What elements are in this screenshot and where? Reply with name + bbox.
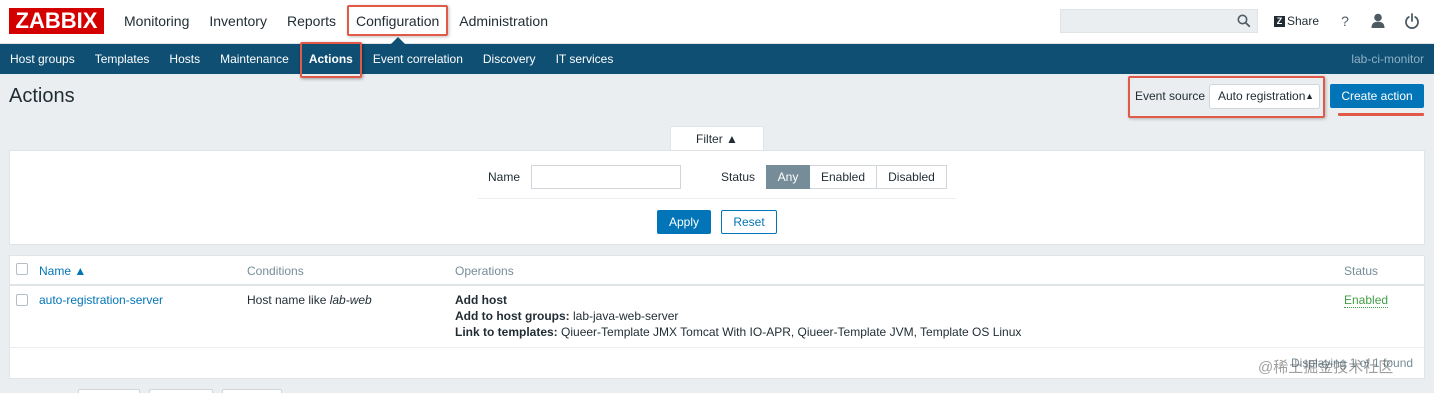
menu-administration[interactable]: Administration xyxy=(449,0,558,44)
column-status-header: Status xyxy=(1344,264,1379,278)
create-action-button[interactable]: Create action xyxy=(1330,84,1424,108)
action-condition: Host name like lab-web xyxy=(247,293,372,307)
search-icon[interactable] xyxy=(1237,14,1251,28)
condition-value: lab-web xyxy=(329,293,372,307)
op-templates-value: Qiueer-Template JMX Tomcat With IO-APR, … xyxy=(557,325,1022,339)
power-icon[interactable] xyxy=(1404,12,1420,30)
row-checkbox[interactable] xyxy=(16,294,28,306)
mass-action-button[interactable] xyxy=(222,389,282,393)
search-input[interactable] xyxy=(1060,9,1258,33)
mass-action-button[interactable] xyxy=(149,389,213,393)
share-link[interactable]: Z Share xyxy=(1274,13,1319,29)
filter-name-input[interactable] xyxy=(531,165,681,189)
filter-name-label: Name xyxy=(488,170,521,184)
apply-button[interactable]: Apply xyxy=(657,210,711,234)
select-all-checkbox[interactable] xyxy=(16,263,28,275)
highlight-underline xyxy=(1338,113,1424,116)
server-name: lab-ci-monitor xyxy=(1351,52,1424,66)
status-any-option[interactable]: Any xyxy=(766,165,810,189)
event-source-control: Event source Auto registration ▲ xyxy=(1128,76,1325,118)
user-icon[interactable] xyxy=(1370,12,1386,30)
menu-monitoring[interactable]: Monitoring xyxy=(114,0,199,44)
filter-tab[interactable]: Filter ▲ xyxy=(670,126,764,151)
mass-action-button[interactable] xyxy=(78,389,140,393)
menu-reports[interactable]: Reports xyxy=(277,0,346,44)
op-groups-value: lab-java-web-server xyxy=(569,309,679,323)
reset-button[interactable]: Reset xyxy=(721,210,777,234)
submenu-actions[interactable]: Actions xyxy=(299,42,363,78)
watermark: @稀土掘金技术社区 xyxy=(1258,359,1394,376)
page-title: Actions xyxy=(9,85,75,107)
filter-status-label: Status xyxy=(721,170,756,184)
submenu-templates[interactable]: Templates xyxy=(85,44,160,74)
status-enabled-toggle[interactable]: Enabled xyxy=(1344,294,1389,308)
zabbix-logo[interactable]: ZABBIX xyxy=(9,8,104,34)
column-conditions-header: Conditions xyxy=(247,264,304,278)
top-bar: ZABBIX Monitoring Inventory Reports Conf… xyxy=(0,0,1434,44)
table-header: Name ▲ Conditions Operations Status xyxy=(10,256,1424,286)
submenu-hosts[interactable]: Hosts xyxy=(159,44,210,74)
selected-caret xyxy=(390,37,405,44)
operation-title: Add host xyxy=(455,293,507,307)
submenu-discovery[interactable]: Discovery xyxy=(473,44,546,74)
highlight-box xyxy=(299,42,362,78)
filter-status-segmented: Any Enabled Disabled xyxy=(766,165,947,189)
submenu-host-groups[interactable]: Host groups xyxy=(0,44,85,74)
op-groups-label: Add to host groups: xyxy=(455,309,570,323)
action-name-link[interactable]: auto-registration-server xyxy=(39,293,163,307)
filter-divider xyxy=(478,198,956,199)
menu-inventory[interactable]: Inventory xyxy=(199,0,277,44)
column-operations-header: Operations xyxy=(455,264,514,278)
condition-prefix: Host name like xyxy=(247,293,330,307)
submenu-event-correlation[interactable]: Event correlation xyxy=(363,44,473,74)
column-name-header[interactable]: Name ▲ xyxy=(39,264,86,278)
zabbix-share-icon: Z xyxy=(1274,15,1285,27)
event-source-select[interactable]: Auto registration ▲ xyxy=(1209,84,1320,109)
status-disabled-option[interactable]: Disabled xyxy=(877,165,947,189)
row-divider xyxy=(10,347,1424,348)
submenu-it-services[interactable]: IT services xyxy=(546,44,624,74)
main-menu: Monitoring Inventory Reports Configurati… xyxy=(114,0,558,44)
help-icon[interactable]: ? xyxy=(1337,12,1353,30)
op-templates-label: Link to templates: xyxy=(455,325,558,339)
operation-templates: Link to templates: Qiueer-Template JMX T… xyxy=(455,325,1021,339)
event-source-value: Auto registration xyxy=(1218,89,1306,103)
operation-groups: Add to host groups: lab-java-web-server xyxy=(455,309,678,323)
share-label: Share xyxy=(1287,14,1320,28)
actions-table: Name ▲ Conditions Operations Status auto… xyxy=(9,255,1425,379)
status-enabled-option[interactable]: Enabled xyxy=(810,165,877,189)
operation-add-host: Add host xyxy=(455,293,507,307)
event-source-label: Event source xyxy=(1135,89,1206,103)
sub-menu: Host groups Templates Hosts Maintenance … xyxy=(0,42,1434,78)
menu-configuration[interactable]: Configuration xyxy=(346,0,449,44)
select-arrows-icon: ▲ xyxy=(1305,91,1314,101)
highlight-box xyxy=(347,5,449,36)
submenu-maintenance[interactable]: Maintenance xyxy=(210,44,299,74)
